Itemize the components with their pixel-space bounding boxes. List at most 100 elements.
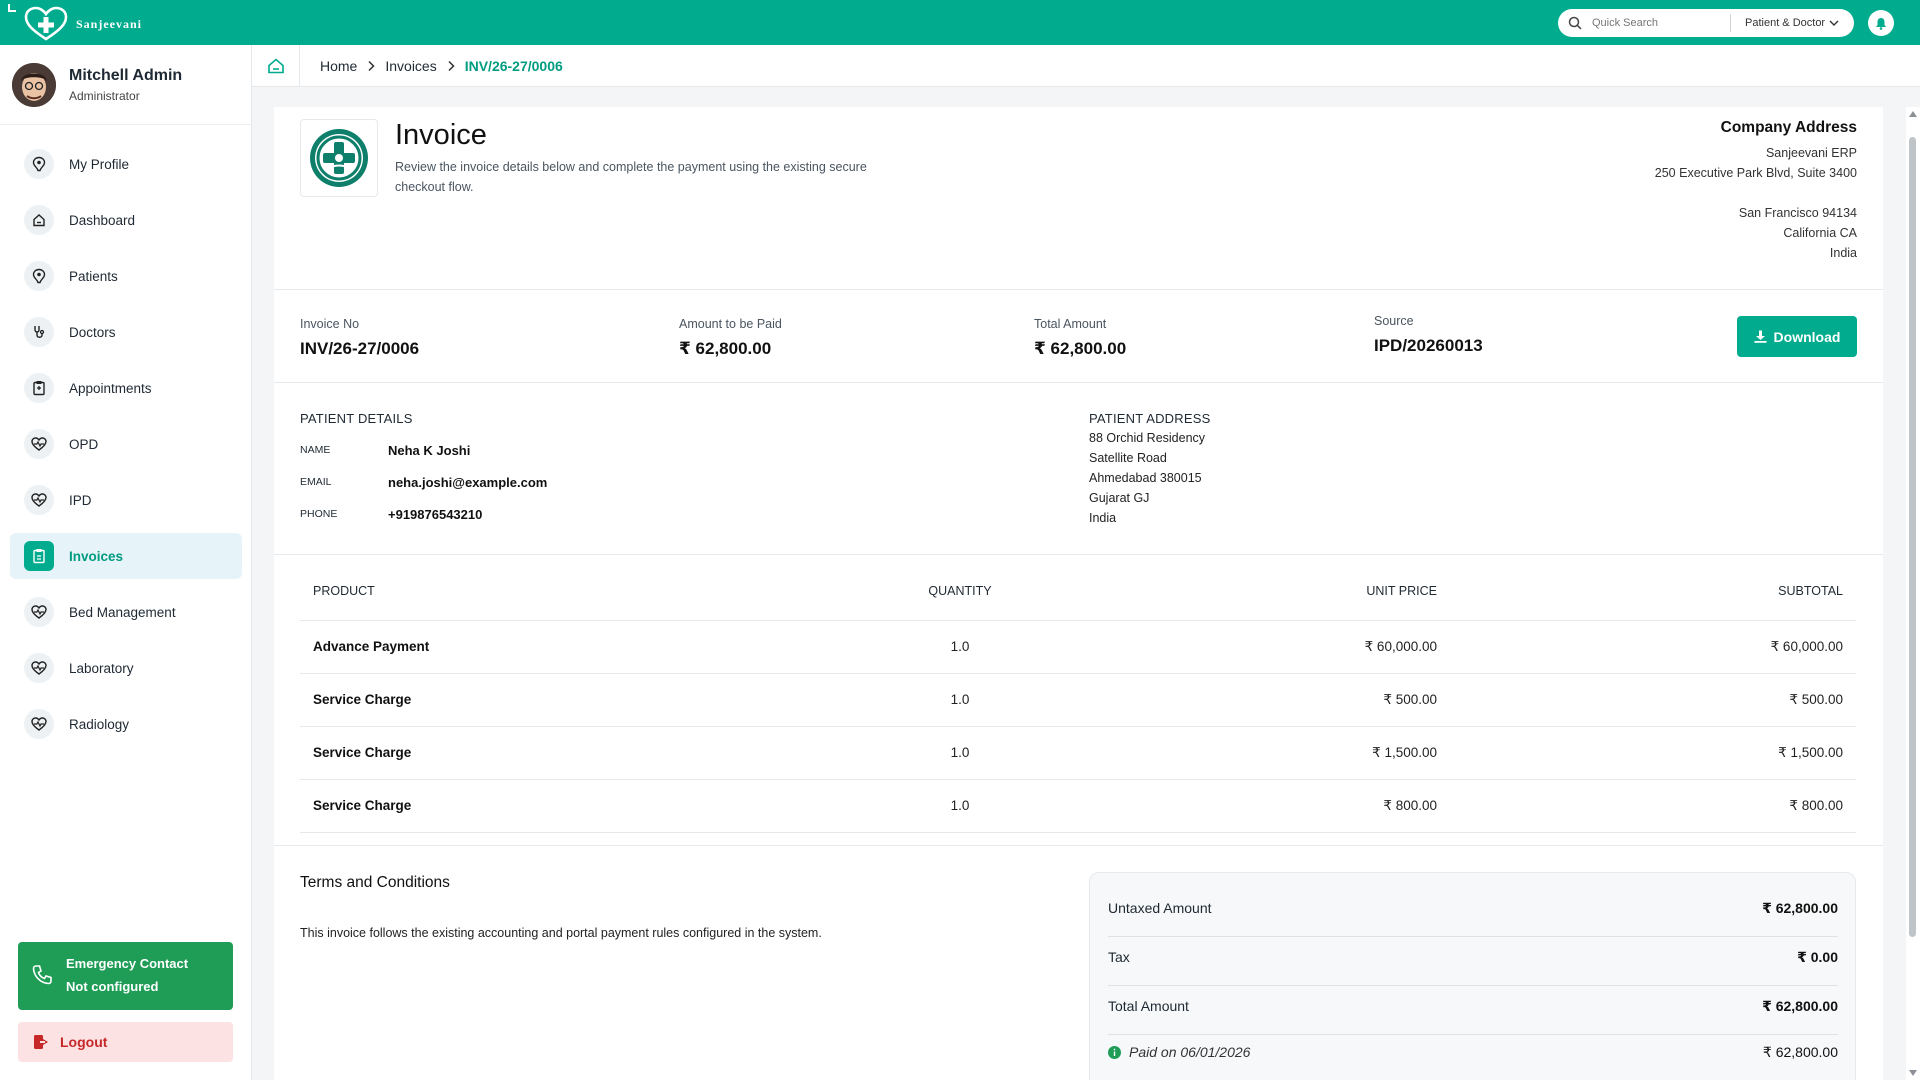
scroll-down-arrow-icon[interactable] — [1909, 1070, 1917, 1076]
invoice-no-label: Invoice No — [300, 317, 360, 331]
profile-icon — [24, 149, 54, 179]
sidebar-item-appointments[interactable]: Appointments — [10, 365, 242, 411]
quick-search[interactable]: Patient & Doctor — [1558, 9, 1854, 37]
sidebar-item-label: Patients — [69, 268, 118, 284]
logout-label: Logout — [60, 1034, 108, 1050]
sidebar-item-invoices[interactable]: Invoices — [10, 533, 242, 579]
breadcrumb-home[interactable]: Home — [320, 58, 357, 74]
terms-text: This invoice follows the existing accoun… — [300, 926, 822, 940]
breadcrumb-invoices[interactable]: Invoices — [385, 58, 436, 74]
company-address-title: Company Address — [1720, 119, 1857, 136]
sidebar-item-label: OPD — [69, 436, 99, 452]
total-label: Total Amount — [1108, 998, 1189, 1014]
scroll-up-arrow-icon[interactable] — [1909, 111, 1917, 117]
sidebar-item-label: Appointments — [69, 380, 152, 396]
divider — [274, 289, 1883, 290]
heart-pulse-icon — [24, 653, 54, 683]
address-line: India — [1089, 511, 1117, 525]
subtotal-cell: ₹ 500.00 — [1450, 673, 1856, 727]
paid-label: Paid on 06/01/2026 — [1129, 1044, 1251, 1060]
scrollbar-thumb[interactable] — [1909, 137, 1916, 937]
company-line: 250 Executive Park Blvd, Suite 3400 — [1654, 166, 1857, 180]
sidebar-item-patients[interactable]: Patients — [10, 253, 242, 299]
invoice-lines-table: PRODUCT QUANTITY UNIT PRICE SUBTOTAL Adv… — [300, 562, 1856, 833]
sidebar-item-doctors[interactable]: Doctors — [10, 309, 242, 355]
corner-mark — [8, 4, 16, 12]
col-quantity: QUANTITY — [860, 562, 1060, 621]
product-cell: Service Charge — [300, 673, 860, 727]
unit-price-cell: ₹ 60,000.00 — [1060, 620, 1450, 674]
patient-icon — [24, 261, 54, 291]
quantity-cell: 1.0 — [860, 673, 1060, 727]
medical-emblem-icon — [310, 129, 368, 187]
user-role: Administrator — [69, 89, 140, 103]
divider — [274, 845, 1883, 846]
col-product: PRODUCT — [300, 562, 860, 621]
address-line: 88 Orchid Residency — [1089, 431, 1206, 445]
home-icon — [267, 57, 284, 73]
emergency-title: Emergency Contact — [66, 956, 189, 971]
breadcrumb: Home Invoices INV/26-27/0006 — [252, 44, 1920, 87]
scrollbar[interactable] — [1906, 107, 1920, 1080]
search-filter-dropdown[interactable]: Patient & Doctor — [1731, 17, 1839, 29]
total-value: ₹ 62,800.00 — [1762, 997, 1838, 1014]
sidebar-item-label: IPD — [69, 492, 92, 508]
emergency-contact-card[interactable]: Emergency Contact Not configured — [18, 942, 233, 1010]
home-icon — [24, 205, 54, 235]
patient-details-title: PATIENT DETAILS — [300, 411, 413, 426]
unit-price-cell: ₹ 500.00 — [1060, 673, 1450, 727]
breadcrumb-current: INV/26-27/0006 — [464, 57, 563, 74]
table-row: Service Charge 1.0 ₹ 500.00 ₹ 500.00 — [300, 673, 1856, 727]
untaxed-row: Untaxed Amount ₹ 62,800.00 — [1108, 884, 1838, 932]
phone-icon — [32, 965, 52, 985]
untaxed-label: Untaxed Amount — [1108, 900, 1212, 916]
sidebar: Mitchell Admin Administrator My Profile … — [0, 45, 252, 1080]
tax-row: Tax ₹ 0.00 — [1108, 933, 1838, 981]
company-line: San Francisco 94134 — [1738, 206, 1857, 220]
amount-due-block: Amount to be Paid ₹ 62,800.00 — [679, 317, 782, 359]
patient-name-row: NAME Neha K Joshi — [300, 434, 547, 466]
heart-pulse-icon — [24, 709, 54, 739]
paid-status: Paid on 06/01/2026 — [1108, 1044, 1250, 1060]
patient-name-label: NAME — [300, 444, 331, 456]
logout-button[interactable]: Logout — [18, 1022, 233, 1062]
sidebar-item-ipd[interactable]: IPD — [10, 477, 242, 523]
info-icon — [1108, 1045, 1121, 1059]
user-profile[interactable]: Mitchell Admin Administrator — [12, 63, 252, 123]
patient-phone-row: PHONE +919876543210 — [300, 498, 547, 530]
source-block: Source IPD/20260013 — [1374, 314, 1483, 356]
download-icon — [1754, 330, 1767, 343]
quantity-cell: 1.0 — [860, 779, 1060, 833]
paid-value: ₹ 62,800.00 — [1762, 1043, 1838, 1060]
address-line: Satellite Road — [1089, 451, 1167, 465]
download-button[interactable]: Download — [1737, 316, 1857, 357]
quantity-cell: 1.0 — [860, 726, 1060, 780]
search-input[interactable] — [1592, 17, 1722, 29]
sidebar-nav: My Profile Dashboard Patients Doctors Ap… — [10, 141, 242, 757]
unit-price-cell: ₹ 1,500.00 — [1060, 726, 1450, 780]
address-line: Gujarat GJ — [1089, 491, 1150, 505]
patient-email-label: EMAIL — [300, 476, 332, 488]
sidebar-item-label: Doctors — [69, 324, 116, 340]
sidebar-item-opd[interactable]: OPD — [10, 421, 242, 467]
product-cell: Advance Payment — [300, 620, 860, 674]
company-line: India — [1829, 246, 1857, 260]
divider — [274, 554, 1883, 555]
sidebar-item-my-profile[interactable]: My Profile — [10, 141, 242, 187]
sidebar-item-radiology[interactable]: Radiology — [10, 701, 242, 747]
sidebar-item-bed-management[interactable]: Bed Management — [10, 589, 242, 635]
notification-button[interactable] — [1868, 10, 1894, 36]
search-icon — [1558, 9, 1592, 37]
home-button[interactable] — [252, 44, 300, 87]
sidebar-item-laboratory[interactable]: Laboratory — [10, 645, 242, 691]
divider — [274, 382, 1883, 383]
total-amount-value: ₹ 62,800.00 — [1034, 339, 1127, 358]
sidebar-item-dashboard[interactable]: Dashboard — [10, 197, 242, 243]
search-filter-label: Patient & Doctor — [1745, 17, 1826, 29]
user-name: Mitchell Admin — [69, 67, 183, 84]
chevron-down-icon — [1829, 20, 1839, 26]
bell-icon — [1876, 17, 1886, 30]
total-amount-block: Total Amount ₹ 62,800.00 — [1034, 317, 1126, 359]
invoice-no-value: INV/26-27/0006 — [300, 339, 420, 358]
total-amount-label: Total Amount — [1034, 317, 1107, 331]
